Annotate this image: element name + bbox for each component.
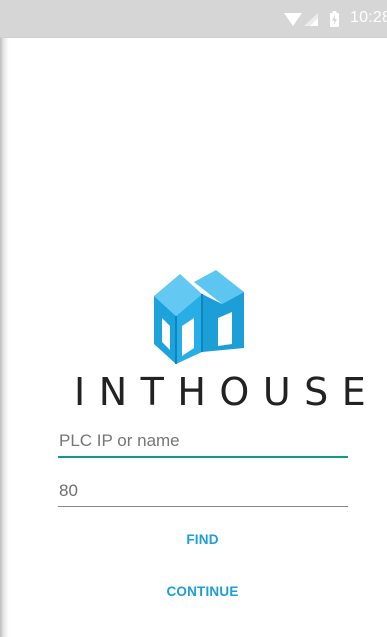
continue-button[interactable]: CONTINUE [58, 574, 347, 608]
battery-charging-icon [330, 11, 339, 27]
status-time: 10:28 [350, 9, 387, 26]
wifi-icon [284, 13, 302, 26]
cell-signal-icon [304, 13, 318, 26]
device-edge [0, 0, 9, 637]
logo-wordmark: INTHOUSE [74, 370, 380, 414]
port-input[interactable] [58, 476, 348, 507]
inthouse-house-logo-icon [154, 270, 244, 364]
find-button[interactable]: FIND [58, 522, 347, 556]
status-bar: 10:28 [0, 0, 387, 38]
plc-host-input[interactable] [58, 426, 348, 458]
